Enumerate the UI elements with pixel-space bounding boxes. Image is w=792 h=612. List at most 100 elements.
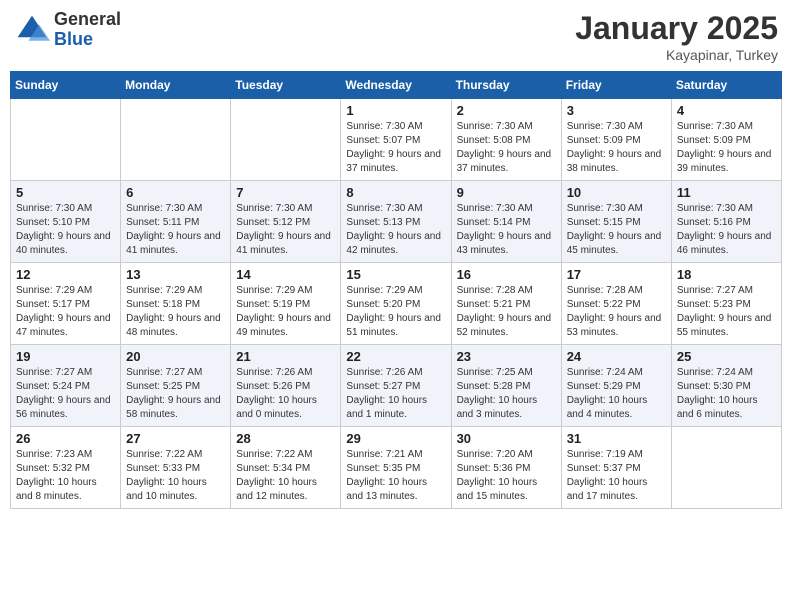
day-info: Sunrise: 7:28 AMSunset: 5:22 PMDaylight:… xyxy=(567,284,666,340)
logo-general-text: General xyxy=(54,9,121,29)
day-number: 13 xyxy=(126,267,225,282)
day-number: 17 xyxy=(567,267,666,282)
day-info: Sunrise: 7:24 AMSunset: 5:29 PMDaylight:… xyxy=(567,366,666,422)
day-number: 24 xyxy=(567,349,666,364)
day-info: Sunrise: 7:27 AMSunset: 5:25 PMDaylight:… xyxy=(126,366,225,422)
day-number: 11 xyxy=(677,185,776,200)
calendar-cell: 1Sunrise: 7:30 AMSunset: 5:07 PMDaylight… xyxy=(341,99,451,181)
calendar-cell: 15Sunrise: 7:29 AMSunset: 5:20 PMDayligh… xyxy=(341,263,451,345)
calendar-cell: 30 Sunrise: 7:20 AMSunset: 5:36 PMDayligh… xyxy=(451,427,561,509)
day-number: 28 xyxy=(236,431,335,446)
day-info: Sunrise: 7:30 AMSunset: 5:09 PMDaylight:… xyxy=(677,120,776,176)
day-number: 15 xyxy=(346,267,445,282)
weekday-header-friday: Friday xyxy=(561,72,671,99)
calendar-cell: 9 Sunrise: 7:30 AMSunset: 5:14 PMDaylight… xyxy=(451,181,561,263)
day-number: 31 xyxy=(567,431,666,446)
day-number: 8 xyxy=(346,185,445,200)
day-number: 26 xyxy=(16,431,115,446)
calendar-cell: 21 Sunrise: 7:26 AMSunset: 5:26 PMDayligh… xyxy=(231,345,341,427)
weekday-header-tuesday: Tuesday xyxy=(231,72,341,99)
calendar-cell: 5 Sunrise: 7:30 AMSunset: 5:10 PMDaylight… xyxy=(11,181,121,263)
day-number: 21 xyxy=(236,349,335,364)
calendar-cell: 8 Sunrise: 7:30 AMSunset: 5:13 PMDaylight… xyxy=(341,181,451,263)
day-number: 30 xyxy=(457,431,556,446)
calendar-cell: 6 Sunrise: 7:30 AMSunset: 5:11 PMDaylight… xyxy=(121,181,231,263)
calendar-cell: 18 Sunrise: 7:27 AMSunset: 5:23 PMDayligh… xyxy=(671,263,781,345)
day-number: 16 xyxy=(457,267,556,282)
day-number: 22 xyxy=(346,349,445,364)
day-number: 23 xyxy=(457,349,556,364)
calendar-cell: 20 Sunrise: 7:27 AMSunset: 5:25 PMDayligh… xyxy=(121,345,231,427)
day-info: Sunrise: 7:28 AMSunset: 5:21 PMDaylight:… xyxy=(457,284,556,340)
day-info: Sunrise: 7:27 AMSunset: 5:24 PMDaylight:… xyxy=(16,366,115,422)
calendar-cell: 28 Sunrise: 7:22 AMSunset: 5:34 PMDayligh… xyxy=(231,427,341,509)
day-info: Sunrise: 7:21 AMSunset: 5:35 PMDaylight:… xyxy=(346,448,445,504)
day-number: 6 xyxy=(126,185,225,200)
title-block: January 2025 Kayapinar, Turkey xyxy=(575,10,778,63)
day-info: Sunrise: 7:30 AMSunset: 5:08 PMDaylight:… xyxy=(457,120,556,176)
day-info: Sunrise: 7:30 AMSunset: 5:09 PMDaylight:… xyxy=(567,120,666,176)
day-number: 4 xyxy=(677,103,776,118)
calendar-cell: 12 Sunrise: 7:29 AMSunset: 5:17 PMDayligh… xyxy=(11,263,121,345)
day-info: Sunrise: 7:19 AMSunset: 5:37 PMDaylight:… xyxy=(567,448,666,504)
calendar-cell: 27Sunrise: 7:22 AMSunset: 5:33 PMDayligh… xyxy=(121,427,231,509)
day-info: Sunrise: 7:30 AMSunset: 5:07 PMDaylight:… xyxy=(346,120,445,176)
day-info: Sunrise: 7:26 AMSunset: 5:26 PMDaylight:… xyxy=(236,366,335,422)
calendar-cell xyxy=(231,99,341,181)
day-info: Sunrise: 7:29 AMSunset: 5:19 PMDaylight:… xyxy=(236,284,335,340)
calendar-week-row: 1Sunrise: 7:30 AMSunset: 5:07 PMDaylight… xyxy=(11,99,782,181)
calendar-cell: 23 Sunrise: 7:25 AMSunset: 5:28 PMDayligh… xyxy=(451,345,561,427)
calendar-table: SundayMondayTuesdayWednesdayThursdayFrid… xyxy=(10,71,782,509)
day-info: Sunrise: 7:24 AMSunset: 5:30 PMDaylight:… xyxy=(677,366,776,422)
day-info: Sunrise: 7:30 AMSunset: 5:15 PMDaylight:… xyxy=(567,202,666,258)
calendar-cell: 17 Sunrise: 7:28 AMSunset: 5:22 PMDayligh… xyxy=(561,263,671,345)
day-info: Sunrise: 7:30 AMSunset: 5:10 PMDaylight:… xyxy=(16,202,115,258)
day-info: Sunrise: 7:26 AMSunset: 5:27 PMDaylight:… xyxy=(346,366,445,422)
weekday-header-sunday: Sunday xyxy=(11,72,121,99)
calendar-cell: 11 Sunrise: 7:30 AMSunset: 5:16 PMDayligh… xyxy=(671,181,781,263)
calendar-cell: 3 Sunrise: 7:30 AMSunset: 5:09 PMDaylight… xyxy=(561,99,671,181)
day-number: 10 xyxy=(567,185,666,200)
calendar-cell: 14 Sunrise: 7:29 AMSunset: 5:19 PMDayligh… xyxy=(231,263,341,345)
day-info: Sunrise: 7:25 AMSunset: 5:28 PMDaylight:… xyxy=(457,366,556,422)
day-number: 19 xyxy=(16,349,115,364)
day-info: Sunrise: 7:30 AMSunset: 5:13 PMDaylight:… xyxy=(346,202,445,258)
day-info: Sunrise: 7:30 AMSunset: 5:11 PMDaylight:… xyxy=(126,202,225,258)
day-number: 9 xyxy=(457,185,556,200)
day-info: Sunrise: 7:27 AMSunset: 5:23 PMDaylight:… xyxy=(677,284,776,340)
calendar-cell: 7Sunrise: 7:30 AMSunset: 5:12 PMDaylight… xyxy=(231,181,341,263)
month-title: January 2025 xyxy=(575,10,778,47)
day-info: Sunrise: 7:20 AMSunset: 5:36 PMDaylight:… xyxy=(457,448,556,504)
calendar-cell xyxy=(11,99,121,181)
logo: General Blue xyxy=(14,10,121,50)
calendar-cell: 10 Sunrise: 7:30 AMSunset: 5:15 PMDayligh… xyxy=(561,181,671,263)
day-number: 25 xyxy=(677,349,776,364)
day-number: 3 xyxy=(567,103,666,118)
calendar-cell: 19 Sunrise: 7:27 AMSunset: 5:24 PMDayligh… xyxy=(11,345,121,427)
weekday-header-wednesday: Wednesday xyxy=(341,72,451,99)
day-info: Sunrise: 7:29 AMSunset: 5:17 PMDaylight:… xyxy=(16,284,115,340)
calendar-week-row: 26 Sunrise: 7:23 AMSunset: 5:32 PMDayligh… xyxy=(11,427,782,509)
calendar-cell: 24 Sunrise: 7:24 AMSunset: 5:29 PMDayligh… xyxy=(561,345,671,427)
day-info: Sunrise: 7:30 AMSunset: 5:16 PMDaylight:… xyxy=(677,202,776,258)
calendar-week-row: 5 Sunrise: 7:30 AMSunset: 5:10 PMDaylight… xyxy=(11,181,782,263)
page-header: General Blue January 2025 Kayapinar, Tur… xyxy=(10,10,782,63)
calendar-cell: 31 Sunrise: 7:19 AMSunset: 5:37 PMDayligh… xyxy=(561,427,671,509)
day-info: Sunrise: 7:23 AMSunset: 5:32 PMDaylight:… xyxy=(16,448,115,504)
calendar-week-row: 12 Sunrise: 7:29 AMSunset: 5:17 PMDayligh… xyxy=(11,263,782,345)
weekday-header-monday: Monday xyxy=(121,72,231,99)
day-number: 12 xyxy=(16,267,115,282)
day-info: Sunrise: 7:30 AMSunset: 5:12 PMDaylight:… xyxy=(236,202,335,258)
day-number: 18 xyxy=(677,267,776,282)
day-info: Sunrise: 7:30 AMSunset: 5:14 PMDaylight:… xyxy=(457,202,556,258)
location-subtitle: Kayapinar, Turkey xyxy=(575,47,778,63)
day-number: 14 xyxy=(236,267,335,282)
logo-icon xyxy=(14,12,50,48)
day-number: 5 xyxy=(16,185,115,200)
day-info: Sunrise: 7:22 AMSunset: 5:34 PMDaylight:… xyxy=(236,448,335,504)
day-info: Sunrise: 7:29 AMSunset: 5:18 PMDaylight:… xyxy=(126,284,225,340)
day-number: 27 xyxy=(126,431,225,446)
day-number: 2 xyxy=(457,103,556,118)
logo-blue-text: Blue xyxy=(54,29,93,49)
day-number: 20 xyxy=(126,349,225,364)
